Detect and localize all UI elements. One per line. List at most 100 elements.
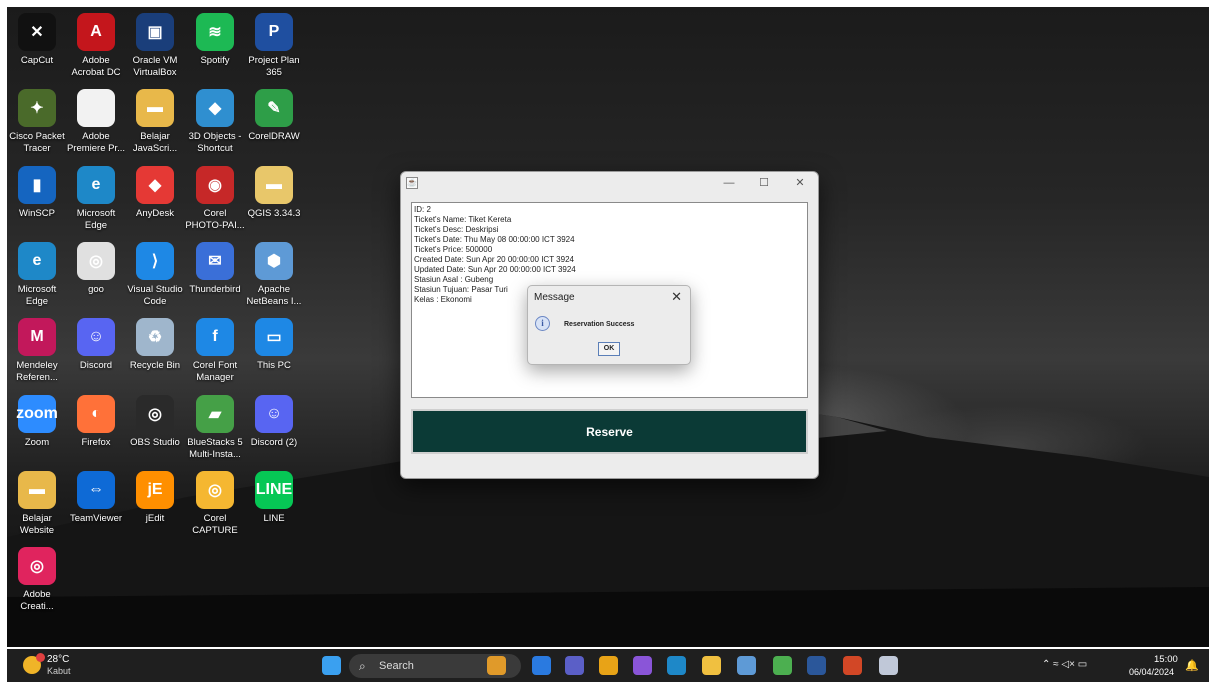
desktop-icon[interactable]: LINE LINE <box>244 471 304 525</box>
desktop-icon[interactable]: M Mendeley Referen... <box>7 318 67 384</box>
mendeley-icon: M <box>18 318 56 356</box>
desktop-icon-label: TeamViewer <box>69 513 123 524</box>
desktop-icon-label: Zoom <box>24 437 50 448</box>
spotify-icon: ≋ <box>196 13 234 51</box>
system-tray-icons[interactable]: ⌃ ≈ ◁× ▭ <box>1042 659 1087 670</box>
clock-date[interactable]: 06/04/2024 <box>1129 667 1174 677</box>
desktop-icon-label: Project Plan 365 <box>248 55 300 78</box>
ticket-detail-line: Stasiun Asal : Gubeng <box>414 275 494 284</box>
powerpoint-icon[interactable] <box>843 656 862 675</box>
edge-icon: e <box>77 166 115 204</box>
desktop-icon[interactable]: ▬ QGIS 3.34.3 <box>244 166 304 220</box>
monitor-icon: ▭ <box>255 318 293 356</box>
teams-icon[interactable] <box>565 656 584 675</box>
widget-icon[interactable] <box>487 656 506 675</box>
maximize-button[interactable]: ☐ <box>749 175 779 191</box>
ticket-detail-line: Ticket's Price: 500000 <box>414 245 493 254</box>
edge-icon: e <box>18 242 56 280</box>
desktop-icon-label: WinSCP <box>19 208 55 219</box>
desktop-icon[interactable]: zoom Zoom <box>7 395 67 449</box>
desktop-icon[interactable]: Adobe Premiere Pr... <box>66 89 126 155</box>
desktop-icon[interactable]: ◆ 3D Objects - Shortcut <box>185 89 245 155</box>
word-icon[interactable] <box>807 656 826 675</box>
desktop-icon[interactable]: ▮ WinSCP <box>7 166 67 220</box>
desktop-icon-label: Adobe Creati... <box>20 589 54 612</box>
weather-icon[interactable] <box>23 653 45 674</box>
desktop-icon-label: Cisco Packet Tracer <box>9 131 65 154</box>
window-titlebar[interactable]: ☕ — ☐ ✕ <box>401 172 818 194</box>
desktop-icon[interactable]: ▭ This PC <box>244 318 304 372</box>
desktop-icon[interactable]: ⟩ Visual Studio Code <box>125 242 185 308</box>
ok-button[interactable]: OK <box>598 342 620 356</box>
weather-description[interactable]: Kabut <box>47 666 71 676</box>
clock-time[interactable]: 15:00 <box>1154 654 1178 665</box>
font-manager-icon: f <box>196 318 234 356</box>
java-icon[interactable] <box>879 656 898 675</box>
app-icon[interactable] <box>532 656 551 675</box>
ticket-detail-line: Created Date: Sun Apr 20 00:00:00 ICT 39… <box>414 255 574 264</box>
start-icon[interactable] <box>322 656 341 675</box>
desktop-icon[interactable]: ◉ Corel PHOTO-PAI... <box>185 166 245 232</box>
desktop-icon[interactable]: A Adobe Acrobat DC <box>66 13 126 79</box>
desktop-icon[interactable]: ▰ BlueStacks 5 Multi-Insta... <box>185 395 245 461</box>
notification-bell-icon[interactable]: 🔔 <box>1185 659 1199 672</box>
desktop-icon[interactable]: P Project Plan 365 <box>244 13 304 79</box>
desktop-icon[interactable]: ✕ CapCut <box>7 13 67 67</box>
desktop-icon[interactable]: ◎ OBS Studio <box>125 395 185 449</box>
desktop-icon-label: Corel PHOTO-PAI... <box>185 208 245 231</box>
desktop-icon[interactable]: ✎ CorelDRAW <box>244 89 304 143</box>
desktop-icon[interactable]: ≋ Spotify <box>185 13 245 67</box>
desktop-icon[interactable]: ◎ goo <box>66 242 126 296</box>
desktop-icon[interactable]: e Microsoft Edge <box>7 242 67 308</box>
desktop-icon[interactable]: ◆ AnyDesk <box>125 166 185 220</box>
desktop-icon[interactable]: ◎ Adobe Creati... <box>7 547 67 613</box>
desktop-icon[interactable]: ⬢ Apache NetBeans I... <box>244 242 304 308</box>
desktop-icon[interactable]: ◐ Firefox <box>66 395 126 449</box>
desktop-icon[interactable]: ▬ Belajar JavaScri... <box>125 89 185 155</box>
reserve-button[interactable]: Reserve <box>411 409 808 454</box>
desktop-icon-label: 3D Objects - Shortcut <box>188 131 242 154</box>
desktop-icon[interactable]: ☺ Discord (2) <box>244 395 304 449</box>
close-button[interactable]: ✕ <box>785 175 815 191</box>
dialog-title: Message <box>534 292 575 303</box>
dialog-close-button[interactable]: ✕ <box>671 289 682 305</box>
desktop-icon[interactable]: jE jEdit <box>125 471 185 525</box>
desktop-icon[interactable]: e Microsoft Edge <box>66 166 126 232</box>
creative-cloud-icon: ◎ <box>18 547 56 585</box>
desktop-icon-label: Adobe Premiere Pr... <box>66 131 126 154</box>
ticket-detail-line: Ticket's Desc: Deskripsi <box>414 225 499 234</box>
chrome-icon[interactable] <box>773 656 792 675</box>
folder-icon: ▬ <box>255 166 293 204</box>
desktop-icon[interactable]: ▬ Belajar Website <box>7 471 67 537</box>
desktop-icon-label: Mendeley Referen... <box>16 360 58 383</box>
ticket-detail-line: ID: 2 <box>414 205 431 214</box>
acrobat-icon: A <box>77 13 115 51</box>
discord-icon: ☺ <box>77 318 115 356</box>
vscode-icon: ⟩ <box>136 242 174 280</box>
capcut-icon: ✕ <box>18 13 56 51</box>
desktop-icon[interactable]: ◎ Corel CAPTURE <box>185 471 245 537</box>
desktop-icon-label: CorelDRAW <box>248 131 300 142</box>
desktop-icon[interactable]: ☺ Discord <box>66 318 126 372</box>
desktop-icon-label: jEdit <box>145 513 165 524</box>
ticket-detail-line: Updated Date: Sun Apr 20 00:00:00 ICT 39… <box>414 265 576 274</box>
chrome-icon[interactable] <box>599 656 618 675</box>
weather-temperature[interactable]: 28°C <box>47 654 69 665</box>
message-dialog: Message ✕ i Reservation Success OK <box>527 285 691 365</box>
desktop-icon[interactable]: f Corel Font Manager <box>185 318 245 384</box>
visual-studio-icon[interactable] <box>633 656 652 675</box>
minimize-button[interactable]: — <box>714 175 744 191</box>
desktop-icon-label: Discord <box>79 360 113 371</box>
netbeans-icon[interactable] <box>737 656 756 675</box>
desktop-icon[interactable]: ⇔ TeamViewer <box>66 471 126 525</box>
file-explorer-icon[interactable] <box>702 656 721 675</box>
thunderbird-icon: ✉ <box>196 242 234 280</box>
desktop-icon[interactable]: ♻ Recycle Bin <box>125 318 185 372</box>
desktop-icon-label: Microsoft Edge <box>17 284 57 307</box>
desktop-icon[interactable]: ✦ Cisco Packet Tracer <box>7 89 67 155</box>
edge-icon[interactable] <box>667 656 686 675</box>
desktop-icon-label: Spotify <box>200 55 230 66</box>
projectplan-icon: P <box>255 13 293 51</box>
desktop-icon[interactable]: ✉ Thunderbird <box>185 242 245 296</box>
desktop-icon[interactable]: ▣ Oracle VM VirtualBox <box>125 13 185 79</box>
